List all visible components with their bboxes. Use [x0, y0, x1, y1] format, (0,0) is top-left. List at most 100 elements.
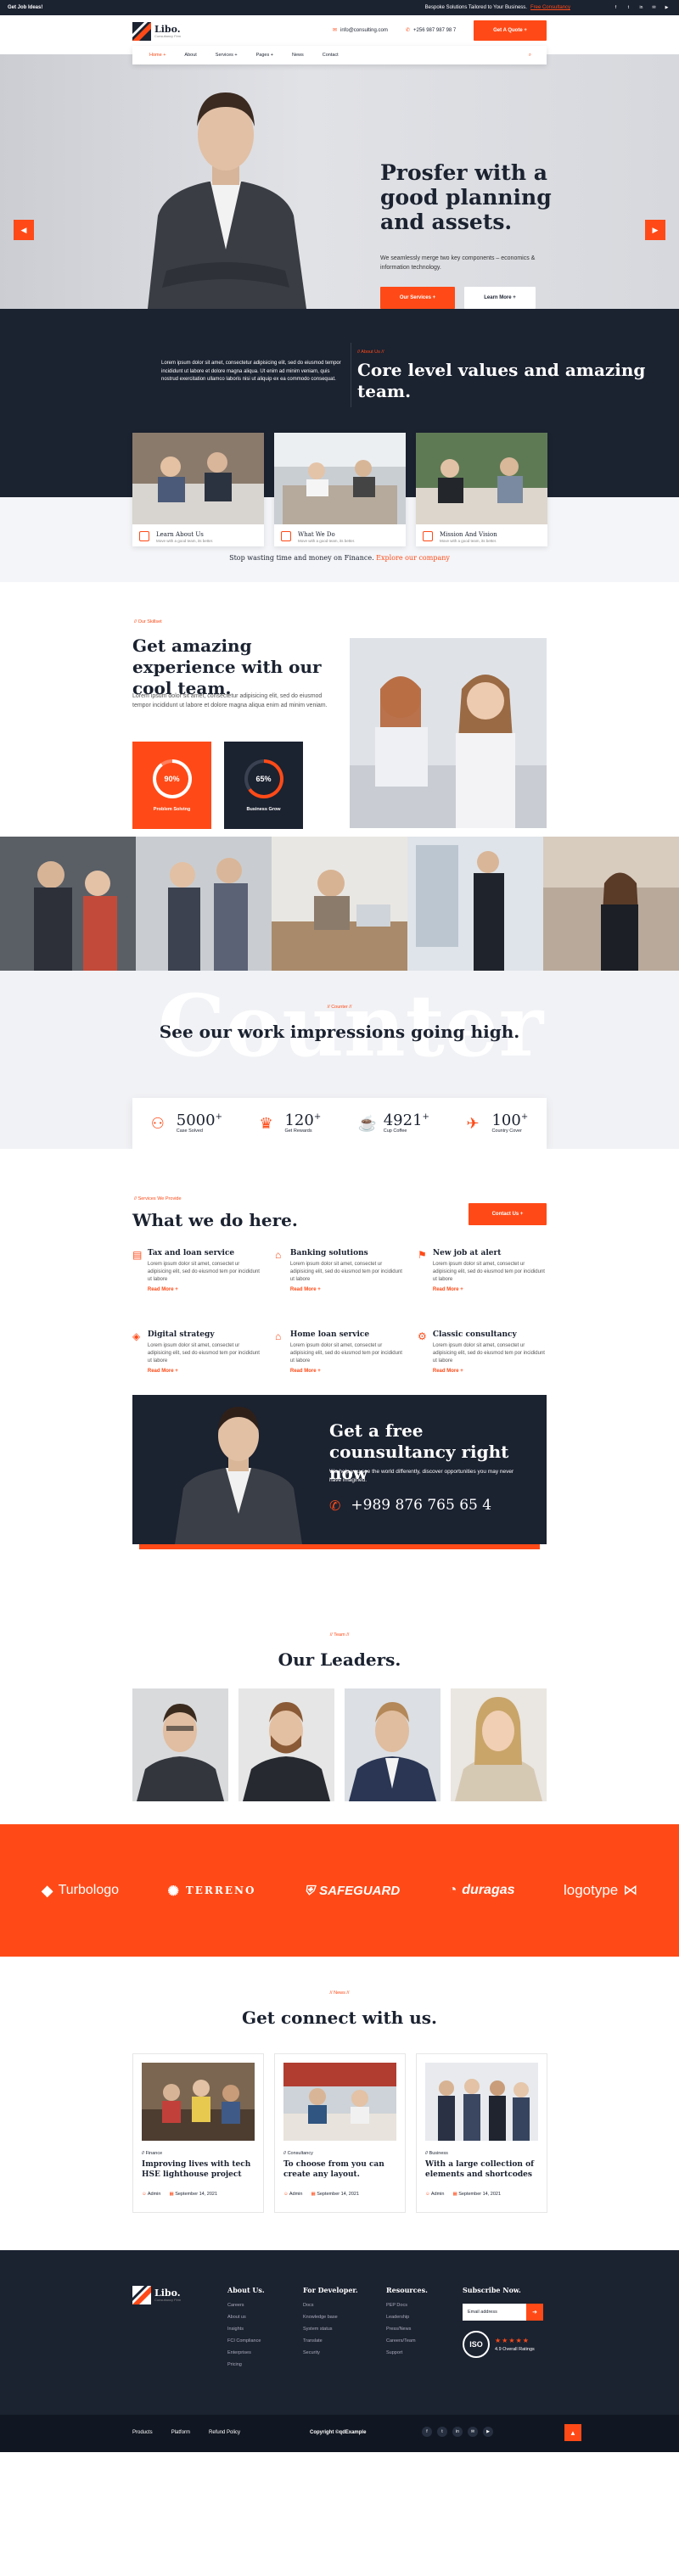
footer-link[interactable]: Security — [303, 2350, 358, 2355]
footer-link[interactable]: System status — [303, 2327, 358, 2332]
news-card-title[interactable]: With a large collection of elements and … — [425, 2160, 538, 2180]
team-member-photo[interactable] — [451, 1688, 547, 1801]
nav-services[interactable]: Services + — [216, 53, 238, 58]
email-icon[interactable]: ✉ — [649, 3, 659, 12]
gallery-photo[interactable] — [272, 837, 407, 971]
learn-more-button[interactable]: Learn More + — [464, 287, 536, 309]
nav-home[interactable]: Home + — [149, 53, 166, 58]
bottom-link-refund[interactable]: Refund Policy — [209, 2430, 240, 2435]
footer-link[interactable]: Docs — [303, 2303, 358, 2308]
nav-news[interactable]: News — [292, 53, 304, 58]
footer-link[interactable]: Careers/Team — [386, 2338, 428, 2344]
team-member-photo[interactable] — [345, 1688, 441, 1801]
twitter-icon[interactable]: t — [624, 3, 633, 12]
brand-terreno[interactable]: ✺ TERRENO — [167, 1883, 255, 1899]
subscribe-button[interactable]: ➜ — [526, 2304, 543, 2321]
explore-company-link[interactable]: Explore our company — [376, 554, 450, 562]
gallery-photo[interactable] — [543, 837, 679, 971]
footer-link[interactable]: Careers — [227, 2303, 265, 2308]
read-more-link[interactable]: Read More + — [148, 1287, 260, 1292]
free-consultancy-link[interactable]: Free Consultancy — [530, 5, 570, 10]
news-author: Admin — [289, 2192, 303, 2198]
gallery-photo[interactable] — [407, 837, 543, 971]
news-card-title[interactable]: Improving lives with tech HSE lighthouse… — [142, 2160, 255, 2180]
about-card[interactable]: What We Do Move with a good team, its bet… — [274, 433, 406, 546]
service-text: Lorem ipsum dolor sit amet, consectet ur… — [289, 1262, 402, 1282]
service-item: ⌂ Banking solutions Lorem ipsum dolor sit … — [275, 1249, 402, 1292]
footer-logo[interactable]: Libo. Consultancy Firm — [132, 2286, 181, 2304]
brand-logotype[interactable]: logotype ⋈ — [564, 1882, 637, 1899]
top-bar: Get Job Ideas! Bespoke Solutions Tailore… — [0, 0, 679, 15]
team-member-photo[interactable] — [132, 1688, 228, 1801]
rating-text: 4.9 Overall Ratings — [495, 2347, 535, 2352]
read-more-link[interactable]: Read More + — [433, 1369, 545, 1374]
footer-link[interactable]: Support — [386, 2350, 428, 2355]
nav-about[interactable]: About — [184, 53, 196, 58]
gallery-photo[interactable] — [136, 837, 272, 971]
our-services-button[interactable]: Our Services + — [380, 287, 455, 309]
services-subtitle: // Services We Provide — [134, 1196, 182, 1201]
brand-safeguard[interactable]: ⛨ SAFEGUARD — [305, 1884, 400, 1898]
footer-link[interactable]: Translate — [303, 2338, 358, 2344]
facebook-icon[interactable]: f — [611, 3, 620, 12]
news-card[interactable]: // Consultancy To choose from you can cr… — [274, 2053, 406, 2213]
about-card[interactable]: Learn About Us Move with a good team, its… — [132, 433, 264, 546]
linkedin-icon[interactable]: in — [452, 2427, 463, 2437]
hero-next-arrow-icon[interactable]: ▶ — [645, 220, 665, 240]
stat-number: 100 — [491, 1112, 521, 1129]
scroll-to-top-icon[interactable]: ▲ — [564, 2424, 581, 2441]
logo-mark-icon — [132, 2286, 151, 2304]
site-logo[interactable]: Libo. Consultancy Firm — [132, 22, 181, 41]
header-phone[interactable]: ✆ +256 987 987 98 7 — [406, 27, 456, 34]
footer-link[interactable]: About us — [227, 2315, 265, 2320]
hero-prev-arrow-icon[interactable]: ◀ — [14, 220, 34, 240]
footer-link[interactable]: Press/News — [386, 2327, 428, 2332]
footer-link[interactable]: FCI Compliance — [227, 2338, 265, 2344]
team-member-photo[interactable] — [238, 1688, 334, 1801]
linkedin-icon[interactable]: in — [637, 3, 646, 12]
service-title: Digital strategy — [147, 1330, 215, 1339]
stat-countries: ✈ 100+ Country Cover — [466, 1113, 528, 1134]
read-more-link[interactable]: Read More + — [148, 1369, 260, 1374]
service-title: Classic consultancy — [432, 1330, 517, 1339]
get-a-quote-button[interactable]: Get A Quote + — [474, 20, 547, 41]
read-more-link[interactable]: Read More + — [433, 1287, 545, 1292]
bottom-link-products[interactable]: Products — [132, 2430, 153, 2435]
youtube-icon[interactable]: ▶ — [483, 2427, 493, 2437]
twitter-icon[interactable]: t — [437, 2427, 447, 2437]
gallery-photo[interactable] — [0, 837, 136, 971]
brand-turbologo[interactable]: ◆ Turbologo — [42, 1882, 119, 1900]
email-icon[interactable]: ✉ — [468, 2427, 478, 2437]
footer-link[interactable]: Insights — [227, 2327, 265, 2332]
email-input[interactable]: Email address — [463, 2304, 526, 2321]
news-card-title[interactable]: To choose from you can create any layout… — [283, 2160, 396, 2180]
service-text: Lorem ipsum dolor sit amet, consectet ur… — [432, 1262, 545, 1282]
news-date: September 14, 2021 — [175, 2192, 218, 2198]
nav-contact[interactable]: Contact — [323, 53, 339, 58]
youtube-icon[interactable]: ▶ — [662, 3, 671, 12]
consultancy-phone[interactable]: ✆ +989 876 765 65 4 — [329, 1497, 491, 1514]
brand-duragas[interactable]: ◔ duragas — [449, 1883, 515, 1898]
bottom-link-platform[interactable]: Platform — [171, 2430, 190, 2435]
contact-us-button[interactable]: Contact Us + — [469, 1203, 547, 1225]
read-more-link[interactable]: Read More + — [290, 1369, 402, 1374]
news-card[interactable]: // Finance Improving lives with tech HSE… — [132, 2053, 264, 2213]
nav-pages[interactable]: Pages + — [256, 53, 273, 58]
footer-link[interactable]: Knowledge base — [303, 2315, 358, 2320]
header-email[interactable]: ✉ info@consulting.com — [333, 27, 388, 34]
top-bar-promo: Bespoke Solutions Tailored to Your Busin… — [424, 5, 527, 10]
footer-link[interactable]: PEP Docs — [386, 2303, 428, 2308]
service-item: ⚙ Classic consultancy Lorem ipsum dolor si… — [418, 1330, 545, 1374]
search-icon[interactable]: ⌕ — [529, 53, 531, 59]
footer-link[interactable]: Enterprises — [227, 2350, 265, 2355]
header-email-text: info@consulting.com — [340, 27, 388, 33]
phone-icon: ✆ — [406, 28, 411, 33]
diamond-icon: ◆ — [41, 1881, 53, 1899]
about-card[interactable]: Mission And Vision Move with a good team,… — [416, 433, 547, 546]
read-more-link[interactable]: Read More + — [290, 1287, 402, 1292]
footer-link[interactable]: Pricing — [227, 2362, 265, 2367]
news-card[interactable]: // Business With a large collection of e… — [416, 2053, 547, 2213]
service-text: Lorem ipsum dolor sit amet, consectet ur… — [147, 1262, 260, 1282]
footer-link[interactable]: Leadership — [386, 2315, 428, 2320]
facebook-icon[interactable]: f — [422, 2427, 432, 2437]
